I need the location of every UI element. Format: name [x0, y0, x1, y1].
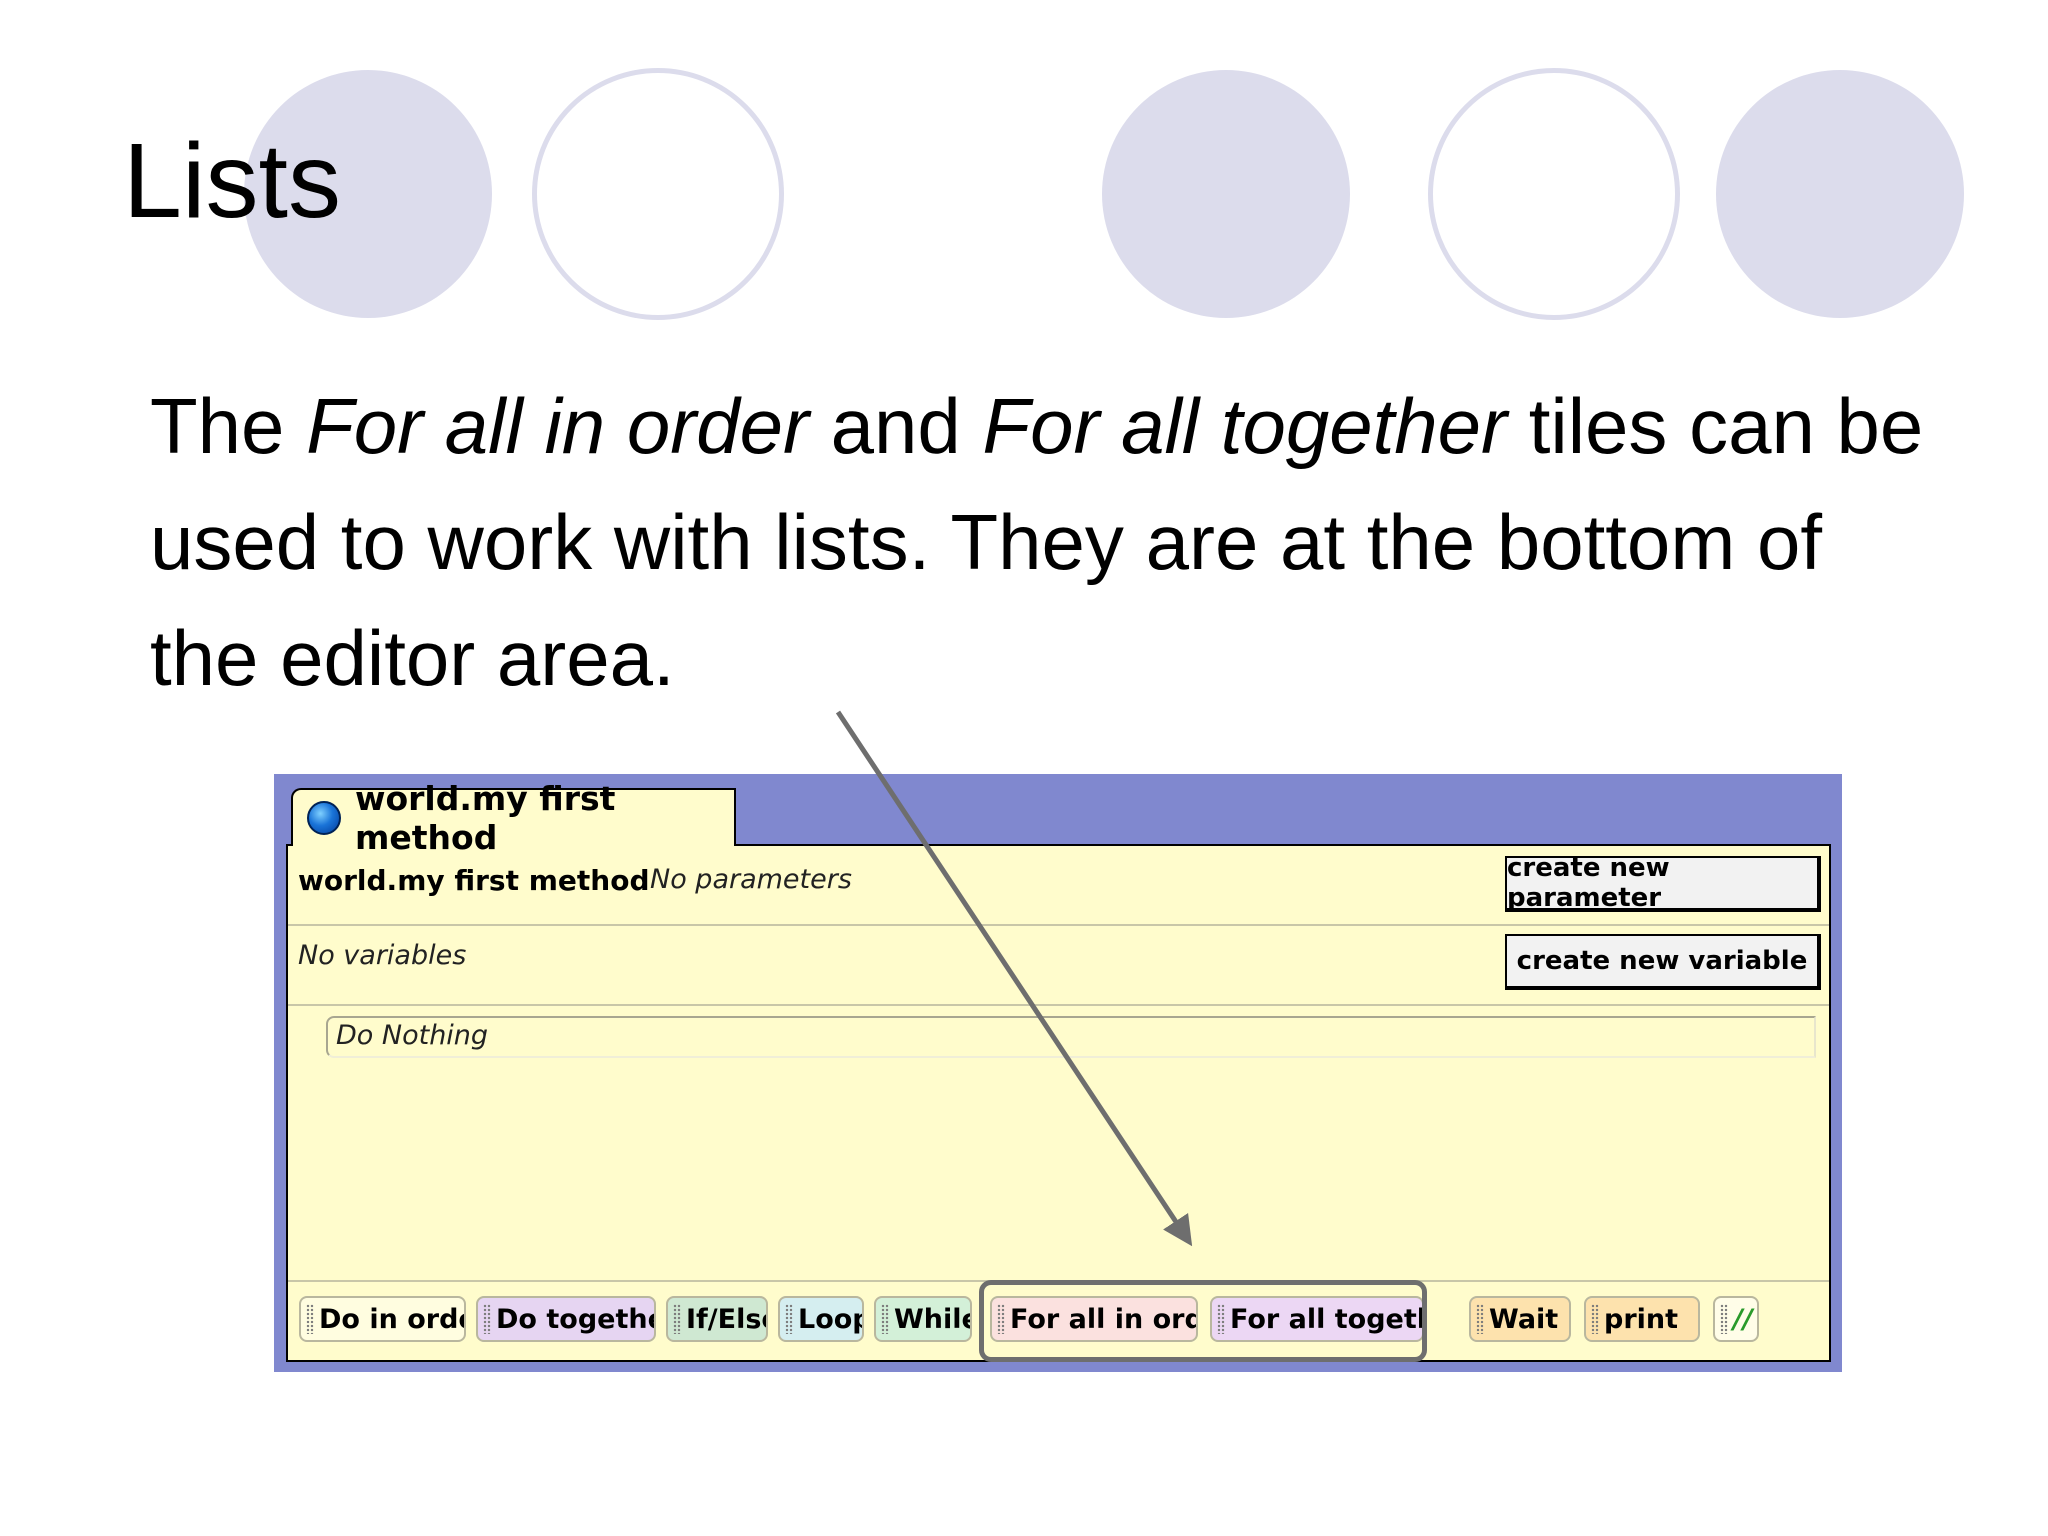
tile-do-in-order[interactable]: Do in order: [299, 1296, 466, 1342]
create-new-variable-button[interactable]: create new variable: [1505, 934, 1821, 990]
body-text-emphasis-for-all-in-order: For all in order: [306, 382, 809, 470]
no-variables-label: No variables: [298, 940, 467, 971]
tile-label: //: [1733, 1303, 1753, 1335]
tile-comment[interactable]: //: [1713, 1296, 1759, 1342]
decor-circle-5: [1716, 70, 1964, 318]
tile-label: While: [894, 1303, 972, 1335]
tile-do-together[interactable]: Do together: [476, 1296, 656, 1342]
method-tab[interactable]: world.my first method: [291, 779, 736, 857]
no-parameters-label: No parameters: [650, 864, 852, 895]
decor-circle-3: [1102, 70, 1350, 318]
tile-if-else[interactable]: If/Else: [666, 1296, 768, 1342]
tile-label: Do in order: [319, 1303, 464, 1335]
tile-while[interactable]: While: [874, 1296, 972, 1342]
body-text-part1: The: [150, 382, 307, 470]
tile-print[interactable]: print: [1584, 1296, 1700, 1342]
variables-row: No variables create new variable: [288, 926, 1829, 1006]
body-text-emphasis-for-all-together: For all together: [982, 382, 1508, 470]
tile-label: Loop: [798, 1303, 862, 1335]
tile-label: print: [1604, 1303, 1679, 1335]
slide-title: Lists: [123, 122, 341, 240]
world-globe-icon: [307, 801, 341, 835]
tile-label: If/Else: [686, 1303, 766, 1335]
do-nothing-statement[interactable]: Do Nothing: [326, 1016, 1816, 1058]
body-text: The For all in order and For all togethe…: [150, 368, 1930, 716]
decor-circle-4: [1428, 68, 1680, 320]
parameters-row: world.my first method No parameters crea…: [288, 846, 1829, 926]
tile-label: Do together: [496, 1303, 654, 1335]
method-tab-label: world.my first method: [355, 779, 616, 857]
method-name: world.my first method: [298, 864, 650, 897]
tile-label: Wait: [1489, 1303, 1559, 1335]
body-text-part2: and: [808, 382, 983, 470]
tile-loop[interactable]: Loop: [778, 1296, 864, 1342]
create-new-parameter-button[interactable]: create new parameter: [1505, 853, 1821, 913]
tile-wait[interactable]: Wait: [1469, 1296, 1571, 1342]
highlight-box: [979, 1280, 1427, 1362]
decor-circle-2: [532, 68, 784, 320]
